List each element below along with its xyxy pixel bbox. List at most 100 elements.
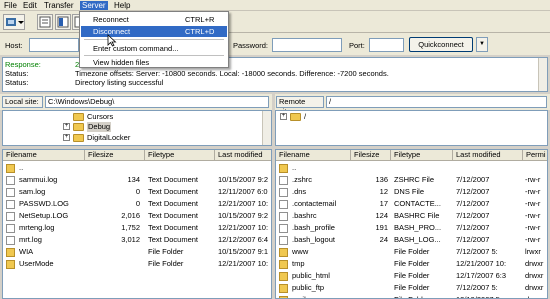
table-row[interactable]: NetSetup.LOG 2,016 Text Document 10/15/2007…: [3, 211, 271, 222]
menu-file[interactable]: File: [2, 1, 19, 10]
local-path-input[interactable]: C:\Windows\Debug\: [45, 96, 269, 108]
column-filetype[interactable]: Filetype: [391, 150, 453, 161]
remote-tree[interactable]: + /: [275, 110, 548, 146]
password-input[interactable]: [272, 38, 342, 52]
cell-last-modified: 10/15/2007 9:1: [218, 247, 269, 256]
quickconnect-dropdown-button[interactable]: ▼: [476, 37, 488, 52]
cell-filename: tmp: [292, 259, 305, 268]
expand-icon[interactable]: +: [280, 113, 287, 120]
column-last-modified[interactable]: Last modified: [453, 150, 523, 161]
cell-filetype: File Folder: [394, 283, 430, 292]
host-input[interactable]: [29, 38, 79, 52]
menu-help[interactable]: Help: [112, 1, 132, 10]
menu-item-custom-command[interactable]: Enter custom command...: [81, 43, 227, 54]
column-filesize[interactable]: Filesize: [85, 150, 145, 161]
table-row[interactable]: sam.log 0 Text Document 12/11/2007 6:0: [3, 187, 271, 198]
local-tree[interactable]: Cursors + Debug + DigitalLocker: [2, 110, 272, 146]
table-row[interactable]: .zshrc 136 ZSHRC File 7/12/2007 -rw-r: [276, 175, 547, 186]
table-row[interactable]: .dns 12 DNS File 7/12/2007 -rw-r: [276, 187, 547, 198]
menu-item-reconnect[interactable]: Reconnect CTRL+R: [81, 14, 227, 25]
cell-last-modified: 7/12/2007: [456, 199, 490, 208]
log-label: Status:: [5, 69, 29, 78]
column-filename[interactable]: Filename: [3, 150, 85, 161]
menu-item-shortcut: CTRL+R: [185, 15, 215, 24]
cell-filename: www: [292, 247, 309, 256]
table-row[interactable]: .bash_logout 24 BASH_LOG... 7/12/2007 -rw-r: [276, 235, 547, 246]
table-row[interactable]: WIA File Folder 10/15/2007 9:1: [3, 247, 271, 258]
column-filesize[interactable]: Filesize: [351, 150, 391, 161]
tree-item-label: Debug: [87, 122, 112, 132]
cell-filename: WIA: [19, 247, 34, 256]
cell-last-modified: 12/21/2007 10:: [456, 259, 507, 268]
file-icon: [6, 176, 15, 185]
toggle-local-tree-button[interactable]: [55, 14, 71, 30]
cell-filetype: File Folder: [394, 259, 430, 268]
menu-server[interactable]: Server: [80, 1, 108, 10]
cell-filetype: File Folder: [148, 259, 184, 268]
remote-file-list[interactable]: Filename Filesize Filetype Last modified…: [275, 149, 548, 299]
table-row[interactable]: UserMode File Folder 12/21/2007 10:: [3, 259, 271, 270]
menu-transfer[interactable]: Transfer: [42, 1, 76, 10]
cell-filetype: Text Document: [148, 211, 199, 220]
menu-separator: [84, 55, 224, 56]
local-tree-scrollbar[interactable]: [262, 111, 271, 145]
cell-filename: .bash_profile: [292, 223, 335, 232]
table-row[interactable]: .bash_profile 191 BASH_PRO... 7/12/2007 -rw-…: [276, 223, 547, 234]
table-row[interactable]: ..: [276, 163, 547, 174]
cell-filesize: 136: [375, 175, 388, 184]
table-row[interactable]: public_html File Folder 12/17/2007 6:3 drwx…: [276, 271, 547, 282]
cell-last-modified: 7/12/2007: [456, 175, 490, 184]
table-row[interactable]: www File Folder 7/12/2007 5: lrwxr: [276, 247, 547, 258]
log-label: Response:: [5, 60, 41, 69]
table-row[interactable]: .bashrc 124 BASHRC File 7/12/2007 -rw-r: [276, 211, 547, 222]
table-row[interactable]: tmp File Folder 12/21/2007 10: drwxr: [276, 259, 547, 270]
log-scrollbar[interactable]: [538, 58, 547, 91]
cell-filesize: 24: [379, 235, 388, 244]
cell-last-modified: 7/12/2007 5:: [456, 283, 498, 292]
port-input[interactable]: [369, 38, 404, 52]
column-permissions[interactable]: Permi: [523, 150, 547, 161]
table-row[interactable]: .contactemail 17 CONTACTE... 7/12/2007 -rw-r: [276, 199, 547, 210]
folder-icon: [73, 113, 84, 121]
cell-filetype: File Folder: [394, 271, 430, 280]
table-row[interactable]: mrteng.log 1,752 Text Document 12/21/2007 1…: [3, 223, 271, 234]
table-row[interactable]: PASSWD.LOG 0 Text Document 12/21/2007 10:: [3, 199, 271, 210]
cell-filesize: 17: [379, 199, 388, 208]
table-row[interactable]: mail File Folder 12/19/2007 5:drwxr: [276, 295, 547, 298]
expand-icon[interactable]: +: [63, 134, 70, 141]
column-filetype[interactable]: Filetype: [145, 150, 215, 161]
column-filename[interactable]: Filename: [276, 150, 351, 161]
expand-icon[interactable]: +: [63, 123, 70, 130]
file-icon: [6, 224, 15, 233]
menu-item-view-hidden-files[interactable]: View hidden files: [81, 57, 227, 68]
site-manager-button[interactable]: [3, 14, 25, 30]
remote-path-input[interactable]: /: [326, 96, 547, 108]
cell-filename: .bash_logout: [292, 235, 335, 244]
cell-filetype: Text Document: [148, 235, 199, 244]
tree-item[interactable]: + /: [280, 112, 320, 122]
cell-permissions: -rw-r: [525, 211, 541, 220]
remote-site-label: Remote site:: [276, 96, 324, 116]
cell-filesize: 0: [135, 199, 140, 208]
cell-filetype: Text Document: [148, 187, 199, 196]
cell-filetype: BASHRC File: [394, 211, 440, 220]
cell-filesize: 191: [375, 223, 388, 232]
cell-filesize: 12: [379, 187, 388, 196]
column-last-modified[interactable]: Last modified: [215, 150, 271, 161]
local-file-list[interactable]: Filename Filesize Filetype Last modified…: [2, 149, 272, 299]
quickconnect-button[interactable]: Quickconnect: [409, 37, 473, 52]
table-row[interactable]: mrt.log 3,012 Text Document 12/12/2007 6:4: [3, 235, 271, 246]
cell-permissions: drwxr: [525, 259, 544, 268]
log-text: Timezone offsets: Server: -10800 seconds…: [75, 69, 389, 78]
password-label: Password:: [233, 41, 269, 50]
table-row[interactable]: ..: [3, 163, 271, 174]
menu-item-disconnect[interactable]: Disconnect CTRL+D: [81, 26, 227, 37]
cell-filename: public_ftp: [292, 283, 325, 292]
table-row[interactable]: public_ftp File Folder 7/12/2007 5: drwxr: [276, 283, 547, 294]
toggle-log-button[interactable]: [37, 14, 53, 30]
file-icon: [279, 176, 288, 185]
cell-permissions: lrwxr: [525, 247, 541, 256]
cell-permissions: -rw-r: [525, 235, 541, 244]
menu-edit[interactable]: Edit: [21, 1, 39, 10]
table-row[interactable]: sammui.log 134 Text Document 10/15/2007 9:2: [3, 175, 271, 186]
